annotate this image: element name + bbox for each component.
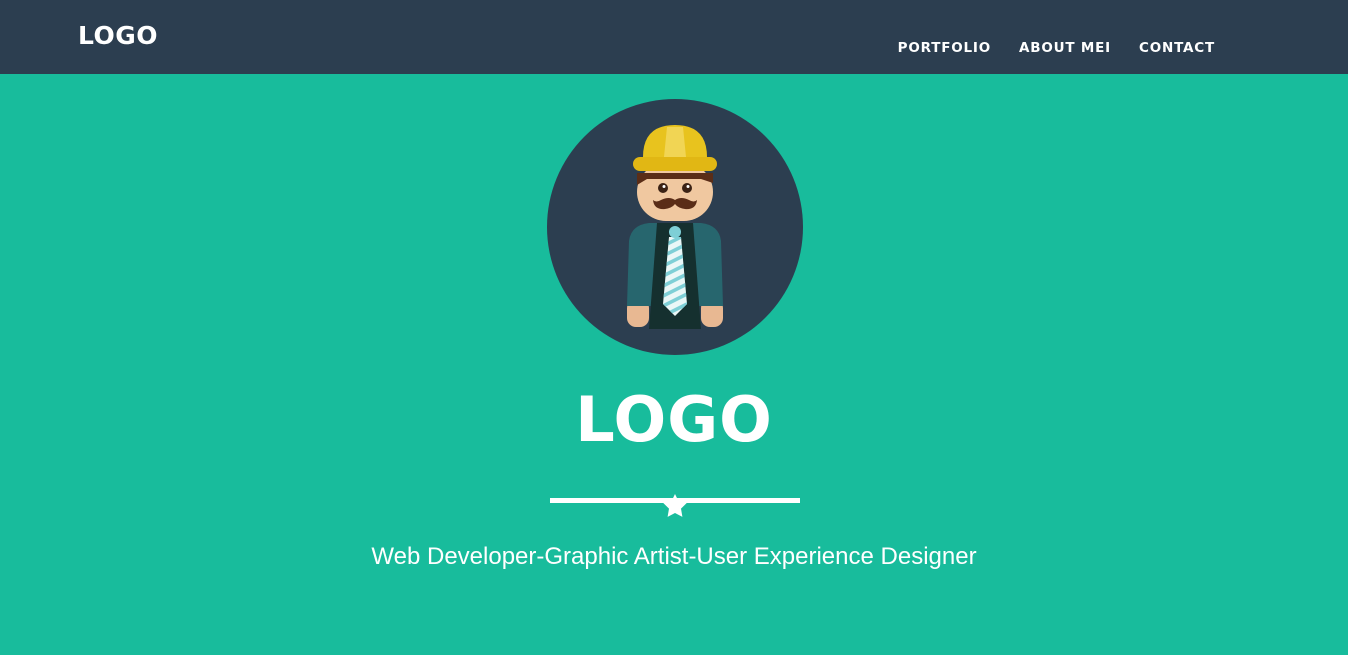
hero-title: LOGO [575, 383, 773, 456]
nav-link-contact[interactable]: CONTACT [1139, 38, 1215, 58]
nav-link-portfolio[interactable]: PORTFOLIO [898, 38, 991, 58]
builder-avatar-icon [547, 99, 803, 355]
main-nav: PORTFOLIO ABOUT MEI CONTACT [898, 38, 1215, 58]
star-icon [663, 494, 687, 517]
nav-link-about[interactable]: ABOUT MEI [1019, 38, 1111, 58]
star-divider [550, 494, 800, 517]
brand-logo-link[interactable]: LOGO [78, 20, 158, 52]
hero-tagline: Web Developer-Graphic Artist-User Experi… [371, 543, 977, 570]
navbar: LOGO PORTFOLIO ABOUT MEI CONTACT [0, 0, 1348, 74]
